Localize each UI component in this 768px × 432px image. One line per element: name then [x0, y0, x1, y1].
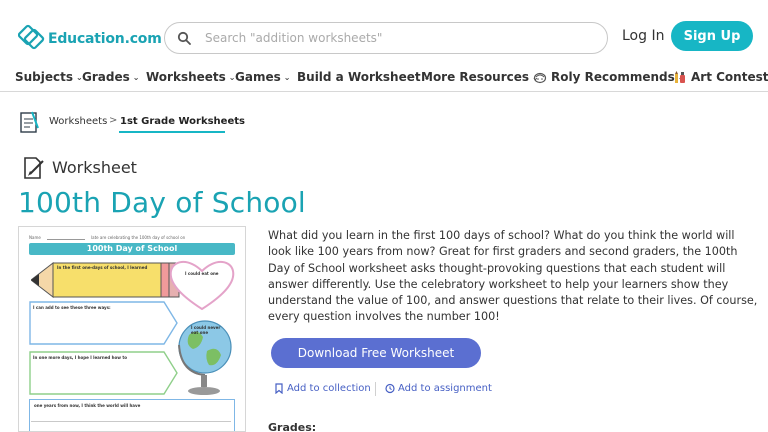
logo-text: Education.com — [48, 31, 162, 47]
thumb-box2-text: I could eat one — [185, 271, 219, 276]
chevron-down-icon: ⌄ — [132, 72, 140, 82]
add-to-collection-label: Add to collection — [287, 383, 371, 394]
nav-label: Art Contest — [691, 70, 768, 84]
nav-label: Subjects — [15, 70, 74, 84]
thumb-box6-text: one years from now, I think the world wi… — [34, 403, 141, 408]
action-divider — [375, 382, 376, 396]
thumb-box5-text: In one more days, I hope I learned how t… — [33, 355, 128, 360]
site-header: Education.com Log In Sign Up — [0, 0, 768, 66]
roly-bug-icon — [533, 72, 547, 84]
main-nav: Subjects ⌄ Grades ⌄ Worksheets ⌄ Games ⌄ Bui… — [0, 66, 768, 92]
education-logo-icon — [18, 24, 45, 50]
nav-label: Grades — [82, 70, 130, 84]
thumb-banner: 100th Day of School — [29, 243, 235, 255]
add-to-assignment-link[interactable]: Add to assignment — [385, 383, 492, 394]
page-title: 100th Day of School — [18, 186, 306, 219]
bookmark-icon — [275, 383, 283, 394]
nav-item-build-worksheet[interactable]: Build a Worksheet ⌄ — [297, 70, 430, 84]
worksheet-thumbnail[interactable]: Name late are celebrating the 100th day … — [18, 226, 246, 432]
nav-item-games[interactable]: Games ⌄ — [235, 70, 290, 84]
nav-item-worksheets[interactable]: Worksheets ⌄ — [146, 70, 236, 84]
chevron-down-icon: ⌄ — [283, 72, 291, 82]
login-link[interactable]: Log In — [622, 28, 664, 44]
thumb-box3-text: I can add to see these three ways: — [33, 305, 111, 310]
resource-type-label: Worksheet — [52, 158, 137, 177]
thumb-subtitle: late are celebrating the 100th day of sc… — [91, 235, 186, 240]
nav-item-roly-recommends[interactable]: Roly Recommends⌄ — [533, 70, 684, 84]
breadcrumb-separator: > — [109, 115, 118, 126]
breadcrumb-active-underline — [119, 131, 225, 133]
nav-item-grades[interactable]: Grades ⌄ — [82, 70, 139, 84]
grades-heading: Grades: — [268, 421, 317, 432]
thumb-bottom-box: one years from now, I think the world wi… — [29, 399, 235, 431]
signup-button[interactable]: Sign Up — [671, 21, 753, 51]
add-to-collection-link[interactable]: Add to collection — [274, 383, 371, 394]
resource-description: What did you learn in the first 100 days… — [268, 229, 758, 324]
thumb-name-label: Name — [29, 235, 41, 240]
nav-item-subjects[interactable]: Subjects ⌄ — [15, 70, 83, 84]
nav-item-more-resources[interactable]: More Resources ⌄ — [421, 70, 539, 84]
worksheets-category-icon — [20, 111, 39, 133]
worksheet-type-icon — [24, 157, 44, 179]
download-worksheet-button[interactable]: Download Free Worksheet — [271, 338, 481, 368]
site-logo[interactable]: Education.com — [18, 22, 162, 50]
breadcrumb-1st-grade-worksheets[interactable]: 1st Grade Worksheets — [120, 116, 245, 127]
art-supplies-icon — [675, 71, 685, 83]
breadcrumb-worksheets[interactable]: Worksheets — [49, 116, 107, 127]
thumb-box1-text: In the first one-days of school, I learn… — [57, 265, 148, 270]
nav-label: Roly Recommends — [551, 70, 675, 84]
nav-label: Worksheets — [146, 70, 226, 84]
nav-label: More Resources — [421, 70, 530, 84]
nav-item-art-contest[interactable]: Art Contest — [673, 70, 768, 84]
search-bar[interactable] — [164, 22, 608, 54]
search-input[interactable] — [205, 31, 585, 45]
thumb-name-line — [47, 239, 85, 240]
nav-label: Games — [235, 70, 281, 84]
assignment-clock-icon — [385, 383, 395, 394]
thumb-box4-text: I could never eat one — [191, 325, 221, 335]
add-to-assignment-label: Add to assignment — [398, 383, 492, 394]
thumb-write-line — [31, 421, 231, 422]
search-icon — [177, 31, 191, 45]
nav-label: Build a Worksheet — [297, 70, 421, 84]
